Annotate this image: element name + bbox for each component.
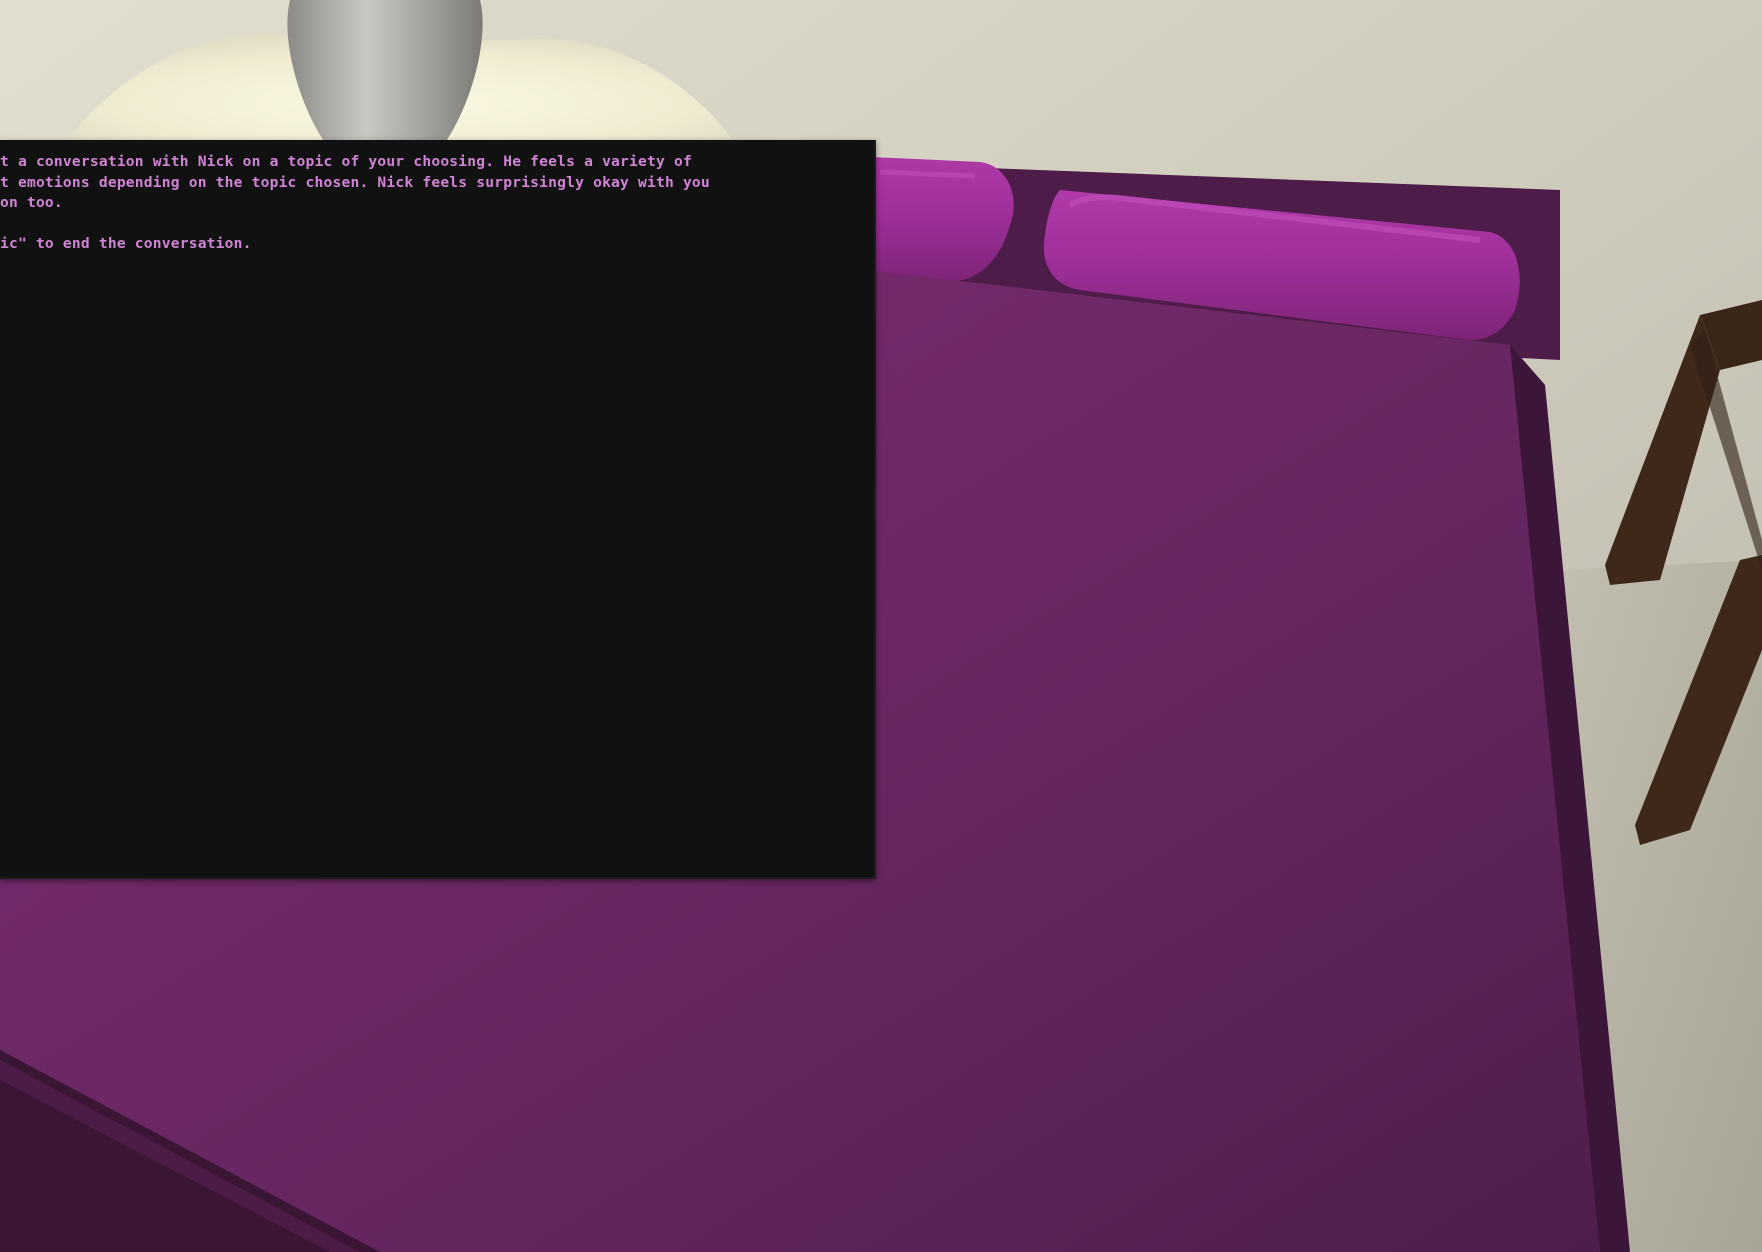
game-scene: t a conversation with Nick on a topic of… bbox=[0, 0, 1762, 1252]
terminal-line: t a conversation with Nick on a topic of… bbox=[0, 153, 692, 170]
terminal-output: t a conversation with Nick on a topic of… bbox=[0, 152, 834, 255]
terminal-line: t emotions depending on the topic chosen… bbox=[0, 173, 710, 191]
terminal-line: ic" to end the conversation. bbox=[0, 235, 252, 253]
terminal-line: on too. bbox=[0, 194, 63, 212]
dialogue-terminal: t a conversation with Nick on a topic of… bbox=[0, 140, 876, 879]
